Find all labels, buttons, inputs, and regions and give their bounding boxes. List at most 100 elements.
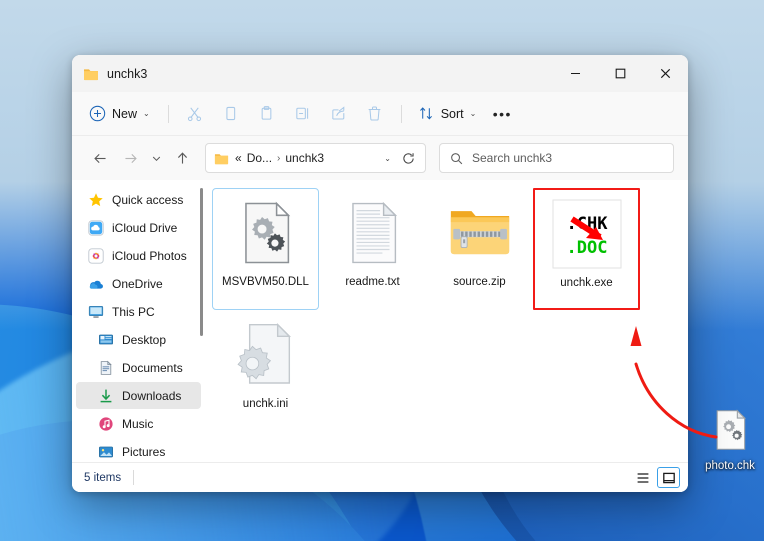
more-options-button[interactable]: ••• [485, 99, 519, 129]
title-bar-left: unchk3 [72, 66, 147, 82]
new-button[interactable]: New ⌄ [84, 99, 159, 129]
rename-button[interactable] [286, 99, 320, 129]
file-list-view: MSVBVM50.DLL [206, 180, 688, 462]
refresh-icon [402, 152, 415, 165]
downloads-icon [98, 388, 114, 404]
window-body: Quick access iCloud Drive [72, 180, 688, 462]
breadcrumb-current[interactable]: unchk3 [285, 151, 324, 165]
up-arrow-icon [175, 151, 190, 166]
file-item-source-zip[interactable]: source.zip [426, 188, 533, 310]
file-item-unchk-exe[interactable]: .CHK .DOC unchk.exe [533, 188, 640, 310]
close-button[interactable] [643, 55, 688, 92]
share-button[interactable] [322, 99, 356, 129]
file-explorer-window: unchk3 [72, 55, 688, 492]
maximize-button[interactable] [598, 55, 643, 92]
title-bar: unchk3 [72, 55, 688, 92]
copy-icon [222, 105, 239, 122]
paste-icon [258, 105, 275, 122]
desktop-background: photo.chk unchk3 [0, 0, 764, 541]
view-toggle-group [631, 467, 680, 488]
sidebar-item-desktop[interactable]: Desktop [76, 326, 201, 353]
folder-icon [214, 151, 229, 166]
window-controls [553, 55, 688, 92]
file-item-readme-txt[interactable]: readme.txt [319, 188, 426, 310]
documents-icon [98, 360, 114, 376]
share-icon [330, 105, 347, 122]
sidebar-item-label: Pictures [122, 445, 165, 459]
sidebar-item-label: Documents [122, 361, 183, 375]
search-input[interactable]: Search unchk3 [439, 143, 674, 173]
trash-icon [366, 105, 383, 122]
file-name: readme.txt [345, 275, 399, 289]
unchk-exe-icon: .CHK .DOC [551, 198, 623, 270]
window-title: unchk3 [107, 67, 147, 81]
up-button[interactable] [168, 144, 196, 172]
file-name: MSVBVM50.DLL [222, 275, 309, 289]
scissors-icon [186, 105, 203, 122]
sidebar-item-onedrive[interactable]: OneDrive [76, 270, 201, 297]
cut-button[interactable] [178, 99, 212, 129]
command-bar: New ⌄ [72, 92, 688, 136]
sidebar-scrollbar[interactable] [200, 188, 203, 336]
sidebar-item-label: iCloud Drive [112, 221, 177, 235]
item-count-label: 5 items [84, 472, 121, 484]
sidebar-item-label: iCloud Photos [112, 249, 187, 263]
onedrive-icon [88, 276, 104, 292]
sidebar-item-this-pc[interactable]: This PC [76, 298, 201, 325]
desktop-file-photo-chk[interactable]: photo.chk [697, 408, 763, 472]
address-bar[interactable]: « Do... › unchk3 ⌄ [205, 143, 426, 173]
copy-button[interactable] [214, 99, 248, 129]
large-icons-icon [662, 471, 676, 485]
sort-button-label: Sort [441, 107, 464, 121]
exe-icon-bottom-text: .DOC [566, 238, 607, 258]
recent-locations-button[interactable] [146, 144, 166, 172]
forward-button[interactable] [116, 144, 144, 172]
sort-icon [418, 105, 435, 122]
chevron-down-icon [151, 153, 162, 164]
paste-button[interactable] [250, 99, 284, 129]
zip-folder-icon [444, 197, 516, 269]
sidebar-item-documents[interactable]: Documents [76, 354, 201, 381]
sidebar-item-music[interactable]: Music [76, 410, 201, 437]
folder-icon [83, 66, 99, 82]
chevron-down-icon: ⌄ [143, 109, 150, 118]
plus-circle-icon [89, 105, 106, 122]
sidebar-item-label: This PC [112, 305, 155, 319]
large-icons-view-button[interactable] [657, 467, 680, 488]
address-bar-row: « Do... › unchk3 ⌄ Searc [72, 136, 688, 180]
file-grid: MSVBVM50.DLL [212, 188, 678, 432]
minimize-button[interactable] [553, 55, 598, 92]
new-button-label: New [112, 107, 137, 121]
sidebar-item-label: Music [122, 417, 153, 431]
music-icon [98, 416, 114, 432]
sidebar-item-icloud-drive[interactable]: iCloud Drive [76, 214, 201, 241]
search-placeholder: Search unchk3 [472, 151, 552, 165]
list-view-button[interactable] [631, 467, 654, 488]
desktop-icon [98, 332, 114, 348]
back-button[interactable] [86, 144, 114, 172]
breadcrumb-overflow[interactable]: « [235, 151, 242, 165]
file-item-unchk-ini[interactable]: unchk.ini [212, 310, 319, 432]
sidebar-item-label: OneDrive [112, 277, 163, 291]
file-name: source.zip [453, 275, 505, 289]
monitor-icon [88, 304, 104, 320]
close-icon [660, 68, 671, 79]
breadcrumb-parent[interactable]: Do... [247, 151, 272, 165]
breadcrumb-dropdown-icon[interactable]: ⌄ [384, 154, 391, 163]
sidebar-item-label: Quick access [112, 193, 183, 207]
icloud-drive-icon [88, 220, 104, 236]
ini-gear-file-icon [230, 319, 302, 391]
sidebar-item-pictures[interactable]: Pictures [76, 438, 201, 462]
sidebar-item-label: Downloads [122, 389, 181, 403]
sidebar-item-quick-access[interactable]: Quick access [76, 186, 201, 213]
sidebar-item-icloud-photos[interactable]: iCloud Photos [76, 242, 201, 269]
navigation-pane: Quick access iCloud Drive [72, 180, 206, 462]
file-item-msvbvm50-dll[interactable]: MSVBVM50.DLL [212, 188, 319, 310]
sort-button[interactable]: Sort ⌄ [411, 99, 484, 129]
sidebar-item-downloads[interactable]: Downloads [76, 382, 201, 409]
breadcrumb[interactable]: « Do... › unchk3 [235, 151, 378, 165]
star-icon [88, 192, 104, 208]
toolbar-separator [401, 105, 402, 123]
refresh-button[interactable] [397, 144, 419, 172]
delete-button[interactable] [358, 99, 392, 129]
